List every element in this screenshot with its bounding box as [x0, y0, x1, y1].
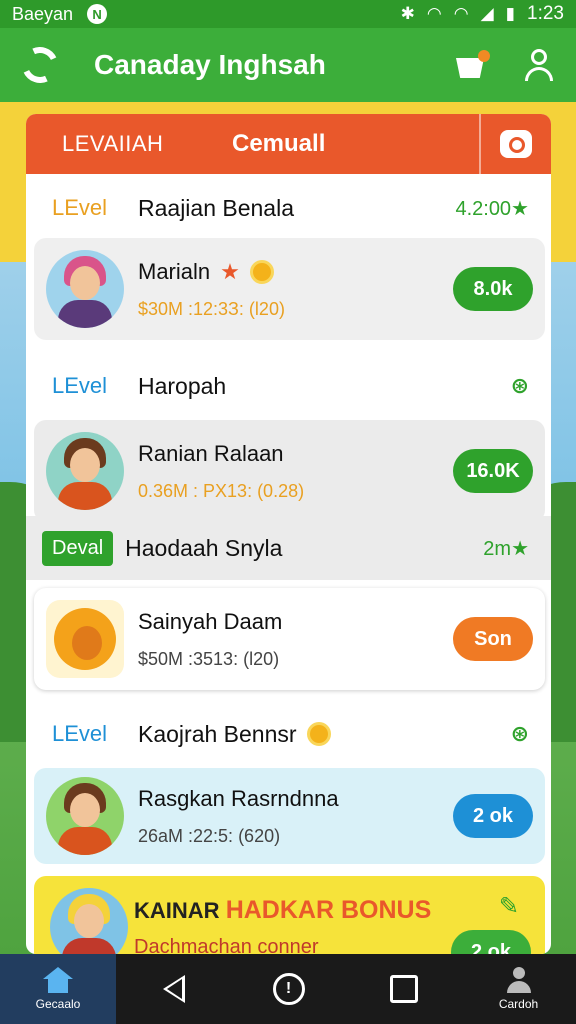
level-badge: Deval [42, 530, 114, 566]
section-header-2: LEvel Haropah ⊛ [26, 354, 551, 418]
avatar [46, 432, 124, 510]
panel-banner: LEVAIIAH Cemuall [26, 114, 551, 174]
bonus-prefix: KAINAR [134, 898, 220, 923]
player-stats: 26aM :22:5: (620) [138, 825, 281, 846]
camera-icon[interactable] [481, 130, 551, 158]
nav-home-label: Gecaalo [35, 997, 81, 1011]
wifi-icon: ◠ [426, 4, 442, 23]
back-icon [162, 975, 185, 1003]
tag-icon[interactable]: ✎ [499, 892, 519, 921]
cart-icon[interactable] [454, 50, 490, 80]
banner-tab-middle[interactable]: Cemuall [196, 114, 481, 174]
player-stats: 0.36M : PX13: (0.28) [138, 480, 305, 501]
status-bar: Baeyan N ✱ ◠ ◠ ◢ ▮ 1:23 [0, 0, 576, 28]
player-name: Marialn [138, 258, 211, 284]
section-header-3: Deval Haodaah Snyla 2m★ [26, 516, 551, 580]
profile-icon[interactable] [524, 49, 554, 81]
player-card-2[interactable]: Ranian Ralaan 0.36M : PX13: (0.28) 16.0K [34, 420, 545, 522]
bonus-highlight: HADKAR BONUS [225, 896, 432, 924]
bonus-button[interactable]: 2 ok [451, 930, 531, 954]
player-card-4[interactable]: Rasgkan Rasrndnna 26aM :22:5: (620) 2 ok [34, 768, 545, 864]
nav-profile-label: Cardoh [498, 997, 539, 1011]
section-reward: 4.2:00★ [455, 197, 529, 220]
leaderboard-panel: LEVAIIAH Cemuall LEvel Raajian Benala 4.… [26, 114, 551, 954]
banner-tab-left[interactable]: LEVAIIAH [26, 131, 196, 157]
avatar [50, 888, 128, 954]
score-button[interactable]: 8.0k [453, 267, 533, 311]
section-name: Raajian Benala [138, 194, 295, 221]
wifi-icon-2: ◠ [453, 4, 469, 23]
score-button[interactable]: 16.0K [453, 449, 533, 493]
player-card-3[interactable]: Sainyah Daam $50M :3513: (l20) Son [34, 588, 545, 690]
player-name: Sainyah Daam [138, 608, 283, 634]
section-header-1: LEvel Raajian Benala 4.2:00★ [26, 176, 551, 240]
nav-back[interactable] [116, 954, 231, 1024]
battery-icon: ▮ [505, 4, 516, 23]
notification-dot [478, 50, 490, 62]
player-name: Rasgkan Rasrndnna [138, 785, 339, 811]
user-icon [506, 967, 532, 993]
bottom-navigation: Gecaalo ! Cardoh [0, 954, 576, 1024]
ribbon-icon[interactable]: ⊛ [511, 721, 529, 747]
home-icon [43, 967, 73, 993]
app-bar: Canaday Inghsah [0, 28, 576, 102]
section-name-text: Kaojrah Bennsr [138, 720, 297, 747]
score-button[interactable]: 2 ok [453, 794, 533, 838]
app-logo-icon[interactable] [16, 41, 64, 89]
bonus-subtitle: Dachmachan conner [134, 936, 319, 954]
player-name: Ranian Ralaan [138, 440, 284, 466]
avatar [46, 250, 124, 328]
info-icon: ! [272, 973, 305, 1005]
ribbon-icon[interactable]: ⊛ [511, 373, 529, 399]
level-label: LEvel [52, 373, 108, 398]
player-stats: $30M :12:3З: (l20) [138, 298, 285, 319]
star-icon: ★ [220, 258, 240, 284]
coin-icon [306, 722, 331, 746]
nav-info[interactable]: ! [231, 954, 346, 1024]
nav-home[interactable]: Gecaalo [0, 954, 116, 1024]
coin-icon [249, 259, 274, 284]
bluetooth-icon: ✱ [400, 4, 415, 23]
status-icons: ✱ ◠ ◠ ◢ ▮ [401, 4, 515, 24]
player-card-1[interactable]: Marialn ★ $30M :12:3З: (l20) 8.0k [34, 238, 545, 340]
recents-icon [389, 975, 418, 1003]
bonus-card[interactable]: KAINAR HADKAR BONUS Dachmachan conner ✎ … [34, 876, 545, 954]
section-name: Haropah [138, 372, 227, 399]
app-title: Canaday Inghsah [94, 49, 326, 80]
score-button[interactable]: Son [453, 617, 533, 661]
section-reward: 2m★ [483, 537, 529, 560]
bonus-title: KAINAR HADKAR BONUS [134, 896, 431, 925]
avatar [46, 777, 124, 855]
clock: 1:23 [527, 3, 564, 24]
level-label: LEvel [52, 721, 108, 746]
section-name: Kaojrah Bennsr [138, 721, 511, 748]
trophy-avatar [46, 600, 124, 678]
nfc-icon: N [87, 4, 108, 24]
level-label: LEvel [52, 195, 108, 220]
signal-icon: ◢ [480, 4, 494, 23]
section-header-4: LEvel Kaojrah Bennsr ⊛ [26, 702, 551, 766]
section-name: Haodaah Snyla [125, 534, 283, 561]
nav-profile[interactable]: Cardoh [461, 954, 576, 1024]
nav-recents[interactable] [346, 954, 461, 1024]
carrier-name: Baeyan [12, 3, 74, 24]
player-stats: $50M :3513: (l20) [138, 648, 280, 669]
